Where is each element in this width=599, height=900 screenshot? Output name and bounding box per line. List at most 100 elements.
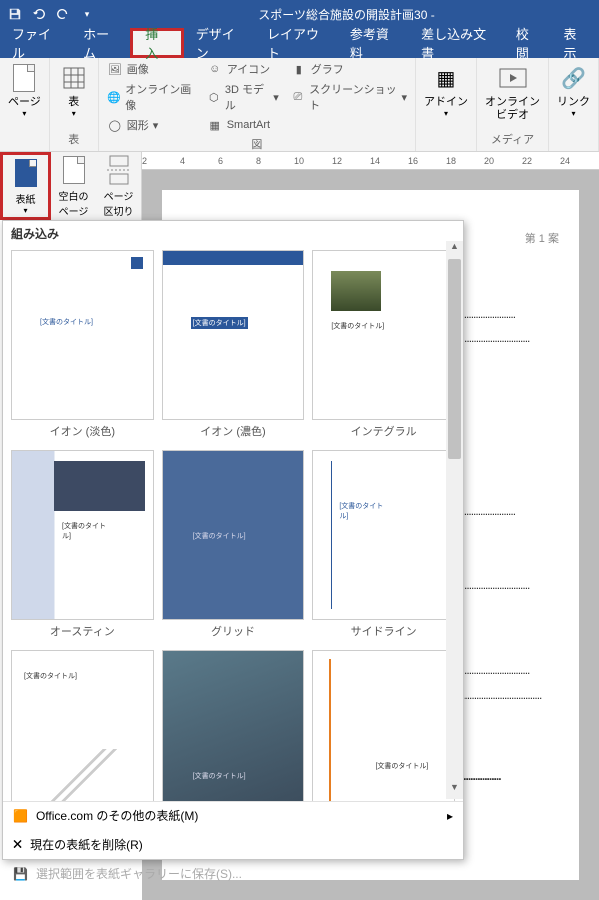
blank-page-button[interactable]: 空白の ページ (51, 152, 96, 220)
3dmodel-button[interactable]: ⬡3D モデル ▾ (203, 80, 283, 114)
ruler-mark: 18 (446, 156, 456, 166)
addin-icon: ▦ (430, 62, 462, 94)
ruler-mark: 24 (560, 156, 570, 166)
ruler-mark: 22 (522, 156, 532, 166)
cover-template-grid[interactable]: [文書のタイトル] グリッド (162, 450, 305, 642)
tab-insert[interactable]: 挿入 (130, 28, 184, 58)
tab-home[interactable]: ホーム (71, 28, 130, 58)
chart-button[interactable]: ▮グラフ (287, 60, 411, 78)
page-break-icon (105, 154, 133, 186)
tab-design[interactable]: デザイン (184, 28, 255, 58)
thumb-title: [文書のタイトル] (24, 671, 77, 681)
thumb-title: [文書のタイトル] (193, 531, 246, 541)
remove-cover-item[interactable]: 🗙 現在の表紙を削除(R) (3, 829, 463, 860)
save-icon[interactable] (4, 3, 26, 25)
thumb-title: [文書のタイトル] (339, 501, 389, 521)
group-illustrations: 🖼画像 🌐オンライン画像 ◯図形 ▾ ☺アイコン ⬡3D モデル ▾ ▦Smar… (99, 58, 416, 151)
tab-layout[interactable]: レイアウト (255, 28, 338, 58)
tab-file[interactable]: ファイル (0, 28, 71, 58)
cover-template-label: イオン (淡色) (11, 420, 154, 442)
tab-view[interactable]: 表示 (551, 28, 599, 58)
cover-thumbnail: [文書のタイトル] (162, 250, 305, 420)
redo-icon[interactable] (52, 3, 74, 25)
online-pictures-button[interactable]: 🌐オンライン画像 (103, 80, 199, 114)
cover-thumbnail: [文書のタイトル] (11, 250, 154, 420)
video-icon (497, 62, 529, 94)
shapes-button[interactable]: ◯図形 ▾ (103, 116, 199, 134)
cover-template-ion-dark[interactable]: [文書のタイトル]イオン (濃色) (162, 250, 305, 442)
online-video-button[interactable]: オンライン ビデオ (481, 60, 544, 124)
addins-button[interactable]: ▦アドイン▾ (420, 60, 472, 120)
cover-template-semaphore[interactable]: [文書のタイトル]セマフォ (312, 650, 455, 801)
pictures-button[interactable]: 🖼画像 (103, 60, 199, 78)
ruler-mark: 4 (180, 156, 185, 166)
thumb-title: [文書のタイトル] (331, 321, 384, 331)
smartart-button[interactable]: ▦SmartArt (203, 116, 283, 134)
cover-thumbnail: [文書のタイトル] (312, 250, 455, 420)
cover-template-sideline[interactable]: [文書のタイトル] サイドライン (312, 450, 455, 642)
chevron-right-icon: ▸ (447, 809, 453, 823)
page-icon (8, 62, 40, 94)
thumb-title: [文書のタイトル] (373, 761, 428, 771)
group-pages: ページ ▾ (0, 58, 50, 151)
qat-dropdown-icon[interactable]: ▾ (76, 3, 98, 25)
remove-icon: 🗙 (13, 834, 22, 855)
cover-template-label: グリッド (162, 620, 305, 642)
screenshot-button[interactable]: ⎚スクリーンショット ▾ (287, 80, 411, 114)
scroll-down-icon[interactable]: ▼ (446, 782, 463, 799)
tab-review[interactable]: 校閲 (504, 28, 552, 58)
shapes-icon: ◯ (107, 117, 123, 133)
icons-button[interactable]: ☺アイコン (203, 60, 283, 78)
tab-references[interactable]: 参考資料 (338, 28, 409, 58)
smartart-icon: ▦ (207, 117, 223, 133)
page-break-button[interactable]: ページ 区切り (96, 152, 141, 220)
ruler-mark: 10 (294, 156, 304, 166)
cover-template-integral[interactable]: [文書のタイトル]インテグラル (312, 250, 455, 442)
scroll-up-icon[interactable]: ▲ (446, 241, 463, 258)
table-button[interactable]: 表 ▾ (54, 60, 94, 120)
group-media: オンライン ビデオ メディア (477, 58, 549, 151)
cover-template-label: オースティン (11, 620, 154, 642)
more-covers-item[interactable]: 🟧 Office.com のその他の表紙(M) ▸ (3, 802, 463, 829)
scroll-thumb[interactable] (448, 259, 461, 459)
cover-thumbnail: [文書のタイトル] (11, 650, 154, 801)
thumb-title: [文書のタイトル] (191, 317, 248, 329)
thumb-title: [文書のタイトル] (62, 521, 112, 541)
window-title: スポーツ総合施設の開設計画30 - (98, 6, 595, 23)
thumb-title: [文書のタイトル] (193, 771, 246, 781)
ruler-mark: 14 (370, 156, 380, 166)
picture-icon: 🖼 (107, 61, 123, 77)
icons-icon: ☺ (207, 61, 223, 77)
doc-header-right: 第 1 案 (525, 230, 559, 246)
link-icon: 🔗 (558, 62, 590, 94)
cover-template-slice-dark[interactable]: [文書のタイトル]スライス (濃色) (162, 650, 305, 801)
cover-template-ion-light[interactable]: [文書のタイトル] イオン (淡色) (11, 250, 154, 442)
ruler-mark: 6 (218, 156, 223, 166)
pages-sub-ribbon: 表紙 ▾ 空白の ページ ページ 区切り (0, 152, 142, 220)
undo-icon[interactable] (28, 3, 50, 25)
gallery-scrollbar[interactable]: ▲ ▼ (446, 241, 463, 799)
ruler-mark: 16 (408, 156, 418, 166)
ruler-mark: 2 (142, 156, 147, 166)
cover-template-slice-light[interactable]: [文書のタイトル]スライス (淡色) (11, 650, 154, 801)
cover-thumbnail: [文書のタイトル] (312, 450, 455, 620)
cover-thumbnail: [文書のタイトル] (162, 650, 305, 801)
cover-thumbnail: [文書のタイトル] (312, 650, 455, 801)
screenshot-icon: ⎚ (291, 89, 305, 105)
tab-mailings[interactable]: 差し込み文書 (409, 28, 504, 58)
ruler-mark: 8 (256, 156, 261, 166)
cover-template-austin[interactable]: [文書のタイトル] オースティン (11, 450, 154, 642)
office-icon: 🟧 (13, 809, 28, 823)
save-to-gallery-item: 💾 選択範囲を表紙ギャラリーに保存(S)... (3, 860, 463, 887)
cover-thumbnail: [文書のタイトル] (162, 450, 305, 620)
chart-icon: ▮ (291, 61, 307, 77)
pages-button[interactable]: ページ ▾ (4, 60, 45, 120)
cover-page-button[interactable]: 表紙 ▾ (0, 152, 51, 220)
links-button[interactable]: 🔗リンク▾ (553, 60, 594, 120)
thumb-title: [文書のタイトル] (40, 317, 93, 327)
cover-template-label: サイドライン (312, 620, 455, 642)
group-links: 🔗リンク▾ (549, 58, 599, 151)
ribbon-tabs: ファイル ホーム 挿入 デザイン レイアウト 参考資料 差し込み文書 校閲 表示 (0, 28, 599, 58)
group-addins: ▦アドイン▾ (416, 58, 477, 151)
table-icon (58, 62, 90, 94)
